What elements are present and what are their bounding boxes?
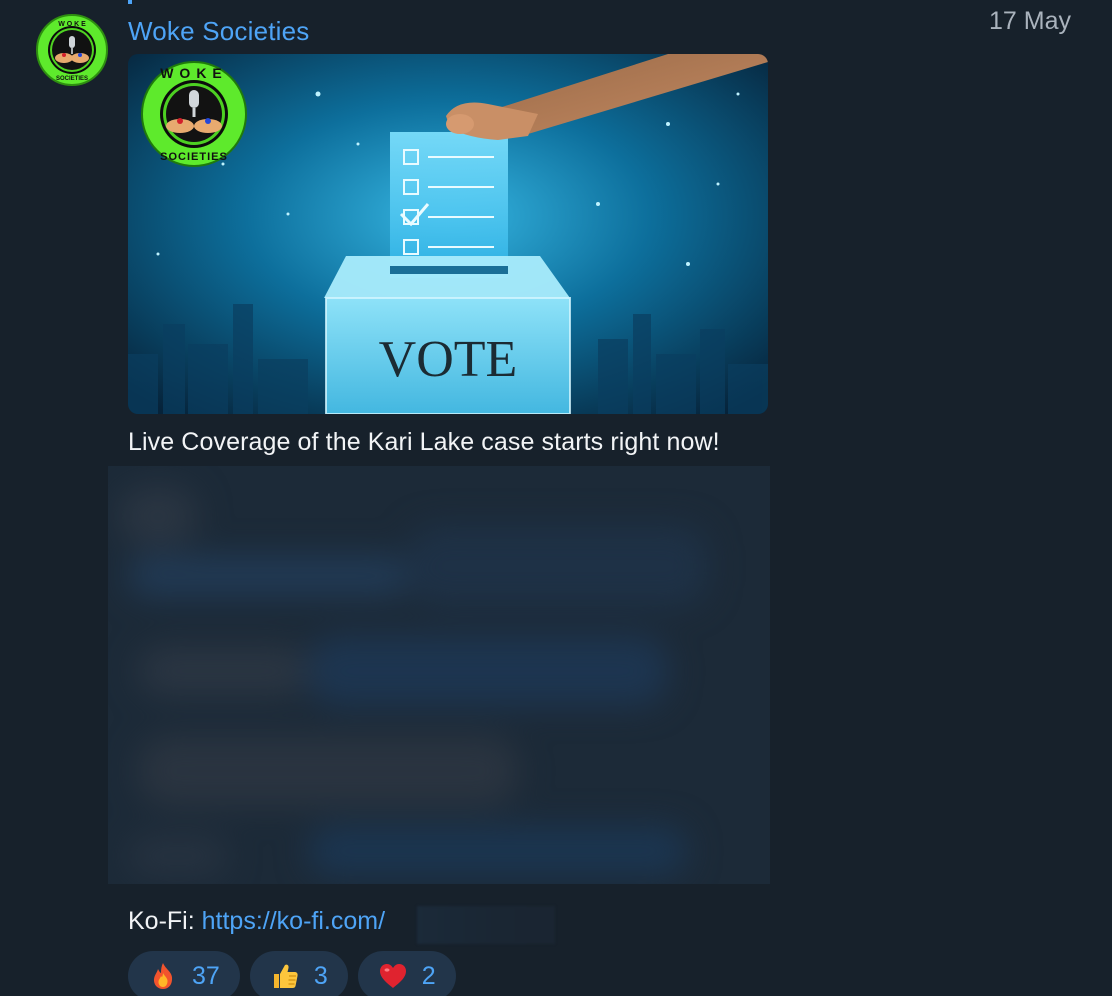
kofi-line: Ko-Fi: https://ko-fi.com/ (128, 907, 385, 936)
reaction-fire[interactable]: 37 (128, 951, 240, 996)
reaction-heart-count: 2 (421, 961, 436, 990)
kofi-link[interactable]: https://ko-fi.com/ (202, 907, 385, 935)
heart-icon (379, 964, 406, 988)
reaction-thumbs-up[interactable]: 3 (249, 951, 348, 996)
woke-societies-logo-icon: W O K E SOCIETIES (36, 14, 108, 86)
reaction-fire-count: 37 (192, 961, 220, 990)
svg-text:SOCIETIES: SOCIETIES (56, 76, 88, 82)
reaction-thumbs-up-count: 3 (313, 961, 328, 990)
svg-text:W O K E: W O K E (58, 21, 86, 28)
fire-icon (153, 963, 173, 989)
chat-view: W O K E SOCIETIES Woke Societies 17 May (0, 0, 1112, 996)
woke-societies-badge-icon: WOKE SOCIETIES (141, 61, 247, 167)
reactions-bar: 37 3 2 (128, 951, 456, 996)
redacted-link-part (417, 906, 555, 944)
blurred-content (108, 466, 770, 884)
post-image[interactable]: VOTE WOKE SOCIETIES (128, 54, 768, 414)
message-date: 17 May (989, 7, 1071, 35)
reaction-heart[interactable]: 2 (357, 951, 456, 996)
ballot-box-label: VOTE (379, 331, 518, 388)
badge-bottom-text: SOCIETIES (160, 151, 228, 163)
kofi-label: Ko-Fi: (128, 907, 195, 935)
message-caption: Live Coverage of the Kari Lake case star… (128, 428, 720, 456)
badge-top-text: WOKE (160, 65, 228, 81)
channel-avatar[interactable]: W O K E SOCIETIES (36, 14, 108, 86)
message-edge-marker (128, 0, 132, 4)
sender-name[interactable]: Woke Societies (128, 16, 310, 47)
thumbs-up-icon (273, 964, 298, 988)
